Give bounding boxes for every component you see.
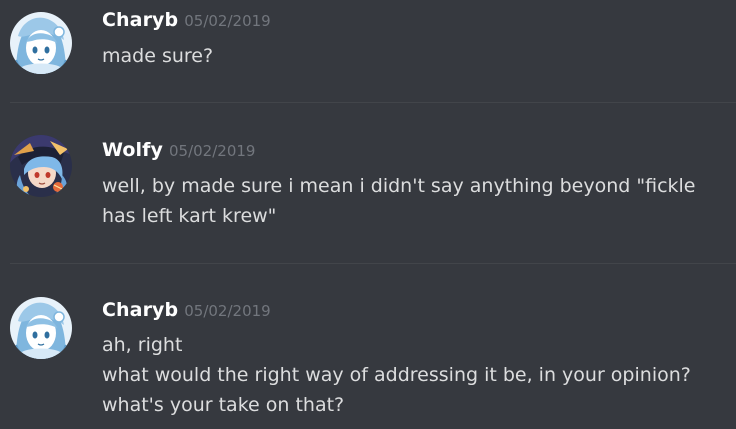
message-content: ah, right what would the right way of ad…	[102, 330, 726, 420]
username[interactable]: Charyb	[102, 299, 178, 321]
message-content: well, by made sure i mean i didn't say a…	[102, 171, 726, 231]
message-line: ah, right	[102, 334, 183, 356]
message-header: Wolfy 05/02/2019	[102, 139, 255, 161]
username[interactable]: Wolfy	[102, 139, 163, 161]
message-content: made sure?	[102, 41, 726, 71]
timestamp[interactable]: 05/02/2019	[169, 142, 255, 160]
message-header: Charyb 05/02/2019	[102, 299, 271, 321]
message-divider	[10, 263, 736, 264]
girl-avatar-icon[interactable]	[10, 297, 72, 359]
message-divider	[10, 102, 736, 103]
message-header: Charyb 05/02/2019	[102, 9, 271, 31]
message-line: made sure?	[102, 45, 214, 67]
message-line: well, by made sure i mean i didn't say a…	[102, 175, 696, 197]
message-line: what would the right way of addressing i…	[102, 364, 691, 386]
anime-character-avatar-icon[interactable]	[10, 135, 72, 197]
message-line: what's your take on that?	[102, 394, 345, 416]
timestamp[interactable]: 05/02/2019	[184, 302, 270, 320]
chat-messages: Charyb 05/02/2019 made sure? Wolfy 05/02…	[0, 0, 736, 429]
timestamp[interactable]: 05/02/2019	[184, 12, 270, 30]
message-line: has left kart krew"	[102, 205, 277, 227]
girl-avatar-icon[interactable]	[10, 12, 72, 74]
username[interactable]: Charyb	[102, 9, 178, 31]
